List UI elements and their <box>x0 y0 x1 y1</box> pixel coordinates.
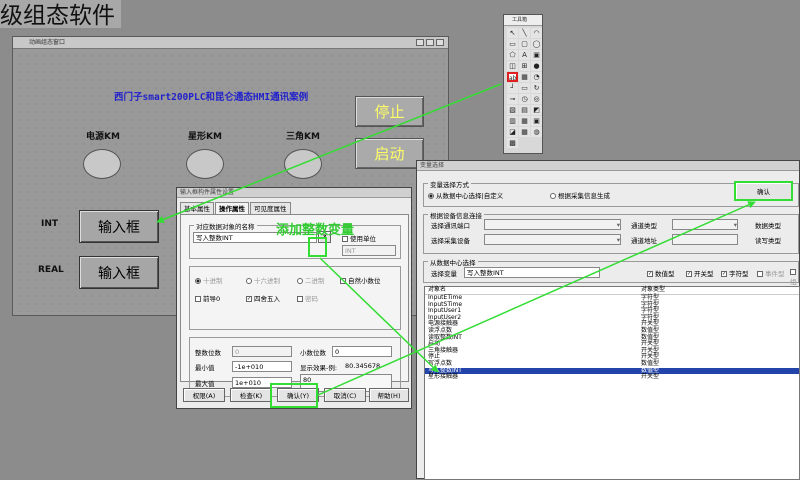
arrow-question-to-list <box>319 257 439 373</box>
annotation-arrows <box>156 83 756 396</box>
arrow-confirm-to-var-confirm <box>317 201 756 396</box>
arrow-toolbox-to-input <box>156 83 502 223</box>
